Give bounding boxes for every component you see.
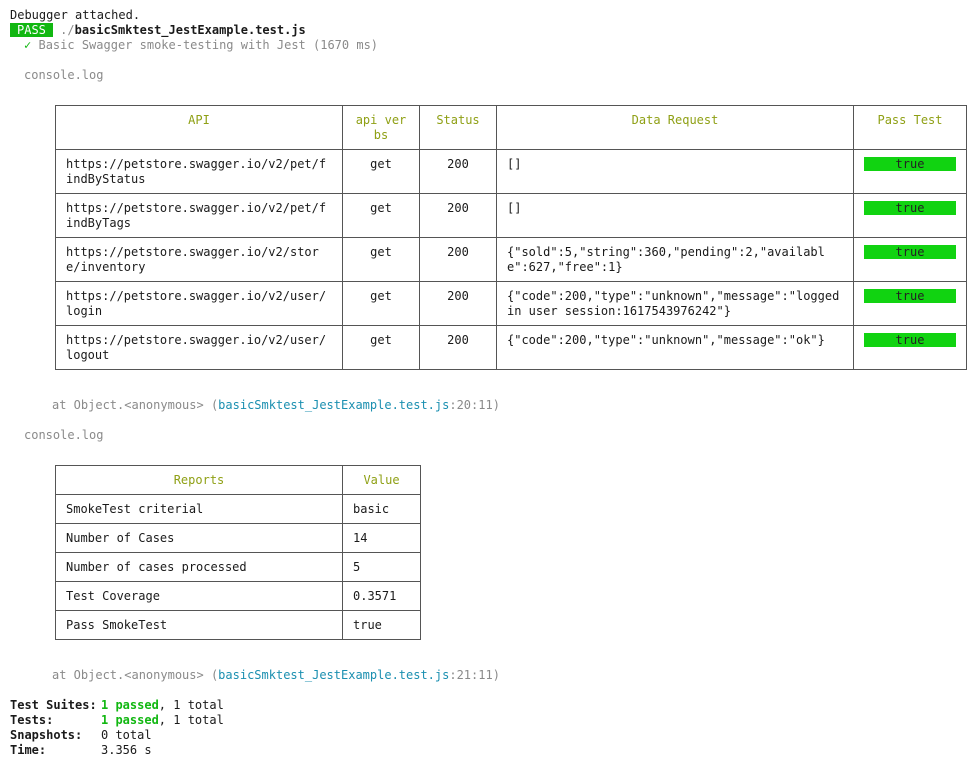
- pass-cell: true: [853, 281, 967, 326]
- report-name-cell: Number of cases processed: [55, 552, 343, 582]
- report-name-cell: SmokeTest criterial: [55, 494, 343, 524]
- summary-passed: 1 passed: [101, 713, 159, 727]
- verb-cell: get: [342, 149, 420, 194]
- col-header-verbs: api verbs: [342, 105, 420, 150]
- data-request-cell: []: [496, 193, 854, 238]
- table-row: https://petstore.swagger.io/v2/user/logo…: [55, 325, 967, 370]
- table-row: Number of Cases 14: [55, 523, 421, 553]
- verb-cell: get: [342, 193, 420, 238]
- verb-cell: get: [342, 237, 420, 282]
- table-row: https://petstore.swagger.io/v2/pet/findB…: [55, 193, 967, 238]
- summary-value: 3.356 s: [101, 743, 152, 757]
- trace-location: :20:11): [449, 398, 500, 412]
- trace-prefix: at Object.<anonymous> (: [52, 398, 219, 412]
- api-url-cell: https://petstore.swagger.io/v2/store/inv…: [55, 237, 343, 282]
- summary-snapshots: Snapshots: 0 total: [10, 728, 152, 743]
- api-table-header-row: API api verbs Status Data Request Pass T…: [55, 105, 967, 150]
- table-row: Test Coverage 0.3571: [55, 581, 421, 611]
- data-request-cell: {"code":200,"type":"unknown","message":"…: [496, 281, 854, 326]
- pass-cell: true: [853, 237, 967, 282]
- verb-cell: get: [342, 325, 420, 370]
- summary-total: , 1 total: [158, 713, 224, 727]
- test-case-line: ✓ Basic Swagger smoke-testing with Jest …: [24, 38, 378, 53]
- col-header-pass-test: Pass Test: [853, 105, 967, 150]
- table-row: https://petstore.swagger.io/v2/store/inv…: [55, 237, 967, 282]
- data-request-cell: {"sold":5,"string":360,"pending":2,"avai…: [496, 237, 854, 282]
- summary-label: Test Suites:: [10, 698, 97, 712]
- trace-location: :21:11): [449, 668, 500, 682]
- path-prefix: ./: [60, 23, 75, 37]
- col-header-api: API: [55, 105, 343, 150]
- col-header-reports: Reports: [55, 465, 343, 495]
- pass-bar: true: [864, 333, 956, 347]
- trace-file-link[interactable]: basicSmktest_JestExample.test.js: [218, 398, 449, 412]
- summary-label: Time:: [10, 743, 47, 757]
- pass-bar: true: [864, 201, 956, 215]
- api-url-cell: https://petstore.swagger.io/v2/user/logo…: [55, 325, 343, 370]
- trace-prefix: at Object.<anonymous> (: [52, 668, 219, 682]
- pass-badge: PASS: [10, 23, 53, 37]
- pass-cell: true: [853, 325, 967, 370]
- api-results-table: API api verbs Status Data Request Pass T…: [55, 105, 967, 370]
- report-value-cell: 0.3571: [342, 581, 421, 611]
- stack-trace-1: at Object.<anonymous> (basicSmktest_Jest…: [52, 398, 500, 413]
- summary-total: , 1 total: [158, 698, 224, 712]
- console-log-label: console.log: [24, 428, 104, 442]
- test-file-line: PASS ./basicSmktest_JestExample.test.js: [10, 23, 306, 38]
- pass-cell: true: [853, 193, 967, 238]
- summary-test-suites: Test Suites: 1 passed, 1 total: [10, 698, 224, 713]
- summary-label: Tests:: [10, 713, 54, 727]
- verb-cell: get: [342, 281, 420, 326]
- table-row: https://petstore.swagger.io/v2/user/logi…: [55, 281, 967, 326]
- pass-bar: true: [864, 289, 956, 303]
- report-name-cell: Number of Cases: [55, 523, 343, 553]
- report-name-cell: Test Coverage: [55, 581, 343, 611]
- status-cell: 200: [419, 237, 497, 282]
- console-log-label: console.log: [24, 68, 104, 82]
- debugger-status: Debugger attached.: [10, 8, 141, 22]
- summary-time: Time: 3.356 s: [10, 743, 152, 758]
- status-cell: 200: [419, 149, 497, 194]
- api-url-cell: https://petstore.swagger.io/v2/pet/findB…: [55, 149, 343, 194]
- reports-header-row: Reports Value: [55, 465, 421, 495]
- data-request-cell: {"code":200,"type":"unknown","message":"…: [496, 325, 854, 370]
- pass-bar: true: [864, 245, 956, 259]
- test-file-name: basicSmktest_JestExample.test.js: [74, 23, 306, 37]
- status-cell: 200: [419, 325, 497, 370]
- summary-tests: Tests: 1 passed, 1 total: [10, 713, 224, 728]
- col-header-value: Value: [342, 465, 421, 495]
- col-header-status: Status: [419, 105, 497, 150]
- summary-passed: 1 passed: [101, 698, 159, 712]
- summary-label: Snapshots:: [10, 728, 83, 742]
- report-value-cell: basic: [342, 494, 421, 524]
- reports-table: Reports Value SmokeTest criterial basic …: [55, 465, 421, 640]
- report-name-cell: Pass SmokeTest: [55, 610, 343, 640]
- test-case-name: Basic Swagger smoke-testing with Jest (1…: [38, 38, 379, 52]
- report-value-cell: 14: [342, 523, 421, 553]
- api-url-cell: https://petstore.swagger.io/v2/pet/findB…: [55, 193, 343, 238]
- pass-bar: true: [864, 157, 956, 171]
- report-value-cell: 5: [342, 552, 421, 582]
- api-url-cell: https://petstore.swagger.io/v2/user/logi…: [55, 281, 343, 326]
- check-icon: ✓: [24, 38, 32, 52]
- stack-trace-2: at Object.<anonymous> (basicSmktest_Jest…: [52, 668, 500, 683]
- table-row: SmokeTest criterial basic: [55, 494, 421, 524]
- data-request-cell: []: [496, 149, 854, 194]
- report-value-cell: true: [342, 610, 421, 640]
- trace-file-link[interactable]: basicSmktest_JestExample.test.js: [218, 668, 449, 682]
- col-header-data-request: Data Request: [496, 105, 854, 150]
- status-cell: 200: [419, 193, 497, 238]
- table-row: https://petstore.swagger.io/v2/pet/findB…: [55, 149, 967, 194]
- pass-cell: true: [853, 149, 967, 194]
- status-cell: 200: [419, 281, 497, 326]
- table-row: Number of cases processed 5: [55, 552, 421, 582]
- summary-value: 0 total: [101, 728, 152, 742]
- table-row: Pass SmokeTest true: [55, 610, 421, 640]
